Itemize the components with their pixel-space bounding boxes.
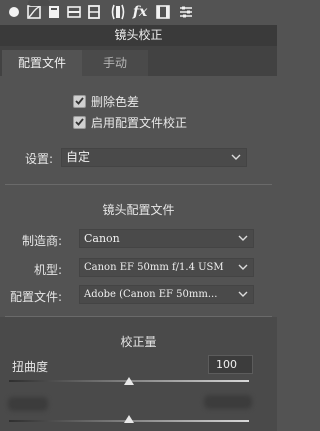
make-value: Canon xyxy=(84,232,120,245)
split-toning-icon[interactable] xyxy=(66,4,82,20)
enable-profile-corrections-option[interactable]: 启用配置文件校正 xyxy=(73,114,187,130)
profile-select[interactable]: Adobe (Canon EF 50mm... xyxy=(79,285,254,304)
tab-bar: 配置文件 手动 xyxy=(0,46,277,76)
presets-icon[interactable] xyxy=(178,4,194,20)
basic-panel-icon[interactable] xyxy=(6,4,22,20)
detail-icon[interactable] xyxy=(86,4,102,20)
enable-profile-checkbox[interactable] xyxy=(73,115,86,129)
panel-toolbar: fx xyxy=(0,0,277,26)
make-select[interactable]: Canon xyxy=(79,229,254,248)
model-select[interactable]: Canon EF 50mm f/1.4 USM xyxy=(79,258,254,277)
setup-value: 自定 xyxy=(66,150,91,164)
remove-ca-label: 删除色差 xyxy=(91,94,140,109)
lens-profile-section-title: 镜头配置文件 xyxy=(102,203,175,217)
panel-title: 镜头校正 xyxy=(0,25,277,46)
chevron-down-icon xyxy=(238,235,248,241)
tone-curve-icon[interactable] xyxy=(26,4,42,20)
distortion-slider-thumb[interactable] xyxy=(124,377,134,385)
make-label: 制造商: xyxy=(22,234,63,248)
lens-corrections-icon[interactable] xyxy=(110,4,126,20)
chevron-down-icon xyxy=(238,264,248,270)
chevron-down-icon xyxy=(231,154,241,160)
second-slider-thumb[interactable] xyxy=(124,415,134,423)
effects-fx-icon[interactable]: fx xyxy=(132,4,148,20)
tab-profile[interactable]: 配置文件 xyxy=(2,50,82,76)
camera-calibration-icon[interactable] xyxy=(155,4,171,20)
remove-chromatic-aberration-option[interactable]: 删除色差 xyxy=(73,93,139,109)
divider xyxy=(5,184,272,185)
distortion-value-input[interactable]: 100 xyxy=(208,355,253,374)
distortion-label: 扭曲度 xyxy=(12,360,49,374)
enable-profile-label: 启用配置文件校正 xyxy=(91,115,188,130)
blur-artifact xyxy=(28,0,50,6)
checkmark-icon xyxy=(75,118,84,126)
profile-value: Adobe (Canon EF 50mm... xyxy=(84,289,218,300)
checkmark-icon xyxy=(75,97,84,105)
model-label: 机型: xyxy=(34,263,63,277)
amount-section-title: 校正量 xyxy=(120,335,157,349)
model-value: Canon EF 50mm f/1.4 USM xyxy=(84,262,224,273)
remove-ca-checkbox[interactable] xyxy=(73,94,86,108)
tab-manual[interactable]: 手动 xyxy=(82,50,148,76)
chevron-down-icon xyxy=(238,291,248,297)
setup-label: 设置: xyxy=(25,152,54,166)
profile-label: 配置文件: xyxy=(10,290,63,304)
setup-select[interactable]: 自定 xyxy=(61,148,247,167)
blur-artifact xyxy=(204,395,252,409)
hsl-icon[interactable] xyxy=(46,4,62,20)
blur-artifact xyxy=(8,397,48,411)
